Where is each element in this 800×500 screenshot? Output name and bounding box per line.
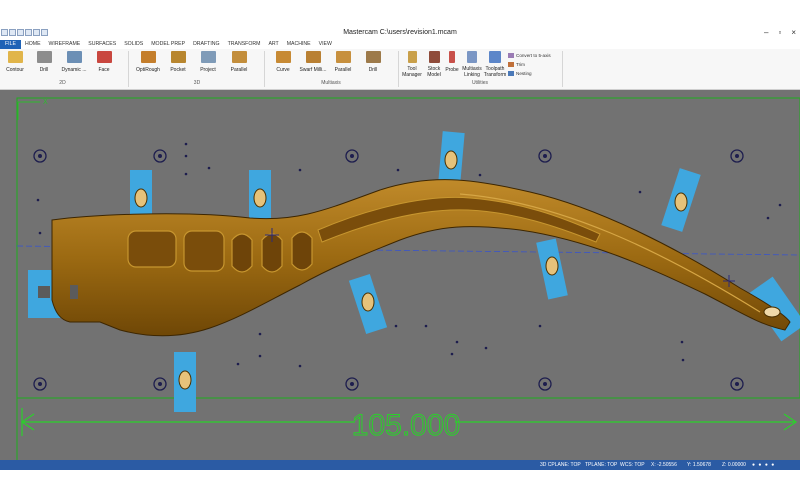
curve-icon: [275, 51, 291, 63]
clamp-boss: [444, 150, 458, 170]
swarf-milling-button[interactable]: Swarf Milli...: [298, 51, 328, 73]
face-icon: [96, 51, 112, 63]
toolpath-transform-button[interactable]: Toolpath Transform: [483, 51, 507, 78]
tab-solids[interactable]: SOLIDS: [120, 40, 147, 49]
clamp-boss: [674, 192, 688, 212]
ribbon-separator: [562, 51, 563, 87]
mastercam-window: Mastercam C:\users\revision1.mcam – ▫ × …: [0, 28, 800, 470]
drill-multiaxis-button[interactable]: Drill: [358, 51, 388, 73]
trim-icon: [508, 62, 514, 67]
pocket-icon: [170, 51, 186, 63]
pocket: [127, 230, 177, 268]
viewport-canvas: X 105.000: [16, 97, 800, 460]
stock-model-icon: [428, 51, 440, 63]
nesting-button[interactable]: Nesting: [508, 71, 532, 76]
x-axis-label: X: [43, 99, 48, 106]
group-label-utilities: Utilities: [471, 80, 489, 86]
z-coordinate: Z: 0.00000: [722, 462, 746, 468]
tab-transform[interactable]: TRANSFORM: [224, 40, 265, 49]
toolpath-transform-icon: [489, 51, 501, 63]
minimize-icon[interactable]: –: [764, 28, 768, 37]
dynamic-button[interactable]: Dynamic ...: [59, 51, 89, 73]
contour-button[interactable]: Contour: [0, 51, 30, 73]
end-block: [38, 286, 50, 298]
tab-view[interactable]: VIEW: [315, 40, 336, 49]
tab-art[interactable]: ART: [264, 40, 282, 49]
dimension-value: 105.000: [352, 409, 460, 442]
multiaxis-linking-icon: [467, 51, 477, 63]
y-coordinate: Y: 1.50678: [687, 462, 711, 468]
status-bar: 3D CPLANE: TOP TPLANE: TOP WCS: TOP X: -…: [0, 460, 800, 470]
parallel-multiaxis-icon: [335, 51, 351, 63]
group-label-3d: 3D: [193, 80, 201, 86]
tool-manager-button[interactable]: Tool Manager: [399, 51, 425, 78]
clamp-boss: [361, 292, 375, 312]
group-label-2d: 2D: [59, 80, 66, 86]
pocket: [291, 231, 313, 271]
convert-icon: [508, 53, 514, 58]
wcs-indicator[interactable]: WCS: TOP: [620, 462, 645, 468]
dynamic-icon: [66, 51, 82, 63]
close-icon[interactable]: ×: [791, 28, 796, 37]
tool-manager-icon: [407, 51, 417, 63]
tplane-indicator[interactable]: TPLANE: TOP: [585, 462, 617, 468]
contour-icon: [7, 51, 23, 63]
probe-icon: [449, 51, 455, 63]
tab-home[interactable]: HOME: [21, 40, 45, 49]
curve-button[interactable]: Curve: [268, 51, 298, 73]
probe-button[interactable]: Probe: [444, 51, 460, 73]
tab-machine[interactable]: MACHINE: [283, 40, 315, 49]
convert-5axis-button[interactable]: Convert to 5-axis: [508, 53, 551, 58]
cplane-indicator[interactable]: 3D CPLANE: TOP: [540, 462, 581, 468]
tab-surfaces[interactable]: SURFACES: [84, 40, 120, 49]
clamp-boss: [178, 370, 192, 390]
drill-button[interactable]: Drill: [29, 51, 59, 73]
clamp-boss: [134, 188, 148, 208]
parallel-3d-button[interactable]: Parallel: [224, 51, 254, 73]
maximize-icon[interactable]: ▫: [778, 28, 781, 37]
drill-multiaxis-icon: [365, 51, 381, 63]
ribbon-separator: [264, 51, 265, 87]
pocket: [183, 230, 225, 272]
face-button[interactable]: Face: [89, 51, 119, 73]
pocket-button[interactable]: Pocket: [163, 51, 193, 73]
drill-icon: [36, 51, 52, 63]
window-controls: – ▫ ×: [764, 28, 796, 37]
optirough-icon: [140, 51, 156, 63]
clamp-boss: [763, 306, 781, 318]
end-block: [70, 285, 78, 299]
trim-button[interactable]: Trim: [508, 62, 525, 67]
clamp-boss: [253, 188, 267, 208]
x-coordinate: X: -2.50556: [651, 462, 677, 468]
tab-file[interactable]: FILE: [0, 40, 21, 49]
view-mode-icons[interactable]: ● ● ● ●: [752, 462, 775, 468]
ribbon-separator: [128, 51, 129, 87]
group-label-multiaxis: Multiaxis: [321, 80, 341, 86]
nesting-icon: [508, 71, 514, 76]
project-button[interactable]: Project: [193, 51, 223, 73]
optirough-button[interactable]: OptiRough: [133, 51, 163, 73]
window-title: Mastercam C:\users\revision1.mcam: [343, 29, 457, 36]
tab-wireframe[interactable]: WIREFRAME: [45, 40, 85, 49]
title-bar: Mastercam C:\users\revision1.mcam – ▫ ×: [0, 28, 800, 40]
tab-drafting[interactable]: DRAFTING: [189, 40, 224, 49]
graphics-viewport[interactable]: X 105.000: [0, 90, 800, 460]
multiaxis-linking-button[interactable]: Multiaxis Linking: [460, 51, 484, 78]
parallel-multiaxis-button[interactable]: Parallel: [328, 51, 358, 73]
clamp-boss: [545, 256, 559, 276]
ribbon-panel: Contour Drill Dynamic ... Face 2D OptiRo…: [0, 49, 800, 90]
stock-model-button[interactable]: Stock Model: [423, 51, 445, 78]
swarf-milling-icon: [305, 51, 321, 63]
tab-model-prep[interactable]: MODEL PREP: [147, 40, 189, 49]
pocket: [231, 233, 253, 273]
parallel-icon: [231, 51, 247, 63]
project-icon: [200, 51, 216, 63]
